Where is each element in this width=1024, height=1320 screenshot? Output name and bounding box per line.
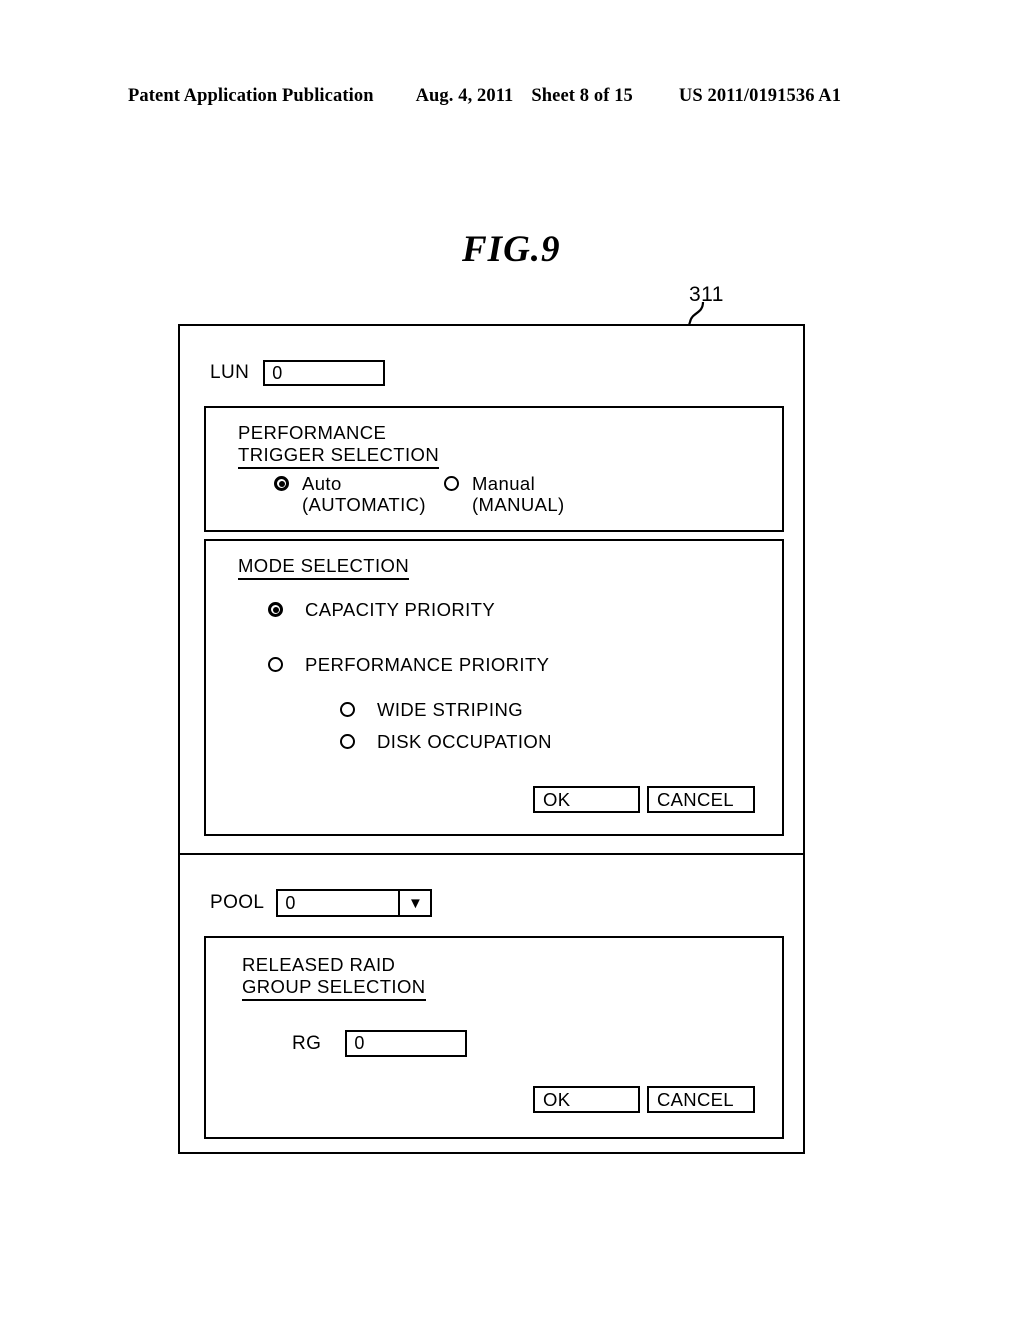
radio-option-disk-occupation[interactable]: DISK OCCUPATION [340, 731, 552, 752]
lun-label: LUN [210, 362, 250, 383]
pool-dropdown-value: 0 [285, 892, 296, 913]
radio-auto-label: Auto (AUTOMATIC) [302, 473, 426, 515]
section-divider [180, 853, 803, 855]
rg-panel-title-line1: RELEASED RAID [242, 954, 396, 975]
released-raid-group-selection-panel: RELEASED RAID GROUP SELECTION RG 0 OK CA… [204, 936, 784, 1139]
rg-row: RG 0 [292, 1030, 468, 1057]
mode-ok-label: OK [543, 788, 571, 810]
radio-option-capacity-priority[interactable]: CAPACITY PRIORITY [268, 599, 495, 620]
mode-selection-panel: MODE SELECTION CAPACITY PRIORITY PERFORM… [204, 539, 784, 836]
rg-panel-title: RELEASED RAID GROUP SELECTION [242, 954, 426, 1001]
lun-input-value: 0 [272, 362, 283, 383]
radio-auto-icon[interactable] [274, 476, 289, 491]
radio-option-auto[interactable]: Auto (AUTOMATIC) [274, 473, 426, 515]
performance-trigger-selection-panel: PERFORMANCE TRIGGER SELECTION Auto (AUTO… [204, 406, 784, 532]
sheet-number: Sheet 8 of 15 [531, 86, 633, 106]
radio-option-wide-striping[interactable]: WIDE STRIPING [340, 699, 523, 720]
radio-option-manual[interactable]: Manual (MANUAL) [444, 473, 565, 515]
pool-dropdown[interactable]: 0 ▼ [276, 889, 433, 917]
chevron-down-icon[interactable]: ▼ [398, 891, 430, 915]
radio-performance-priority-label: PERFORMANCE PRIORITY [305, 654, 550, 675]
mode-cancel-label: CANCEL [657, 788, 734, 810]
rg-cancel-label: CANCEL [657, 1088, 734, 1110]
radio-manual-label: Manual (MANUAL) [472, 473, 565, 515]
radio-capacity-priority-label: CAPACITY PRIORITY [305, 599, 496, 620]
lun-row: LUN 0 [210, 360, 386, 386]
radio-wide-striping-label: WIDE STRIPING [377, 699, 524, 720]
mode-cancel-button[interactable]: CANCEL [647, 786, 755, 813]
publication-label: Patent Application Publication [128, 86, 374, 106]
radio-disk-occupation-label: DISK OCCUPATION [377, 731, 552, 752]
rg-cancel-button[interactable]: CANCEL [647, 1086, 755, 1113]
rg-panel-title-line2: GROUP SELECTION [242, 976, 426, 1001]
figure-title: FIG.9 [462, 229, 561, 270]
rg-label: RG [292, 1032, 322, 1054]
rg-input[interactable]: 0 [345, 1030, 468, 1057]
pool-row: POOL 0 ▼ [210, 889, 433, 917]
trigger-panel-title: PERFORMANCE TRIGGER SELECTION [238, 422, 440, 469]
patent-header: Patent Application Publication Aug. 4, 2… [128, 86, 896, 107]
publication-date: Aug. 4, 2011 [415, 86, 514, 106]
configuration-dialog: LUN 0 PERFORMANCE TRIGGER SELECTION Auto… [178, 324, 805, 1154]
trigger-panel-title-line1: PERFORMANCE [238, 422, 387, 443]
radio-performance-priority-icon[interactable] [268, 657, 283, 672]
radio-wide-striping-icon[interactable] [340, 702, 355, 717]
mode-panel-title: MODE SELECTION [238, 555, 410, 580]
mode-ok-button[interactable]: OK [533, 786, 640, 813]
radio-capacity-priority-icon[interactable] [268, 602, 283, 617]
lun-input[interactable]: 0 [263, 360, 386, 386]
rg-input-value: 0 [354, 1033, 365, 1053]
radio-option-performance-priority[interactable]: PERFORMANCE PRIORITY [268, 654, 549, 675]
trigger-panel-title-line2: TRIGGER SELECTION [238, 444, 440, 469]
rg-ok-button[interactable]: OK [533, 1086, 640, 1113]
mode-panel-title-text: MODE SELECTION [238, 555, 410, 580]
patent-number: US 2011/0191536 A1 [678, 86, 842, 106]
radio-disk-occupation-icon[interactable] [340, 734, 355, 749]
pool-label: POOL [210, 892, 265, 913]
radio-manual-icon[interactable] [444, 476, 459, 491]
rg-ok-label: OK [543, 1088, 571, 1110]
